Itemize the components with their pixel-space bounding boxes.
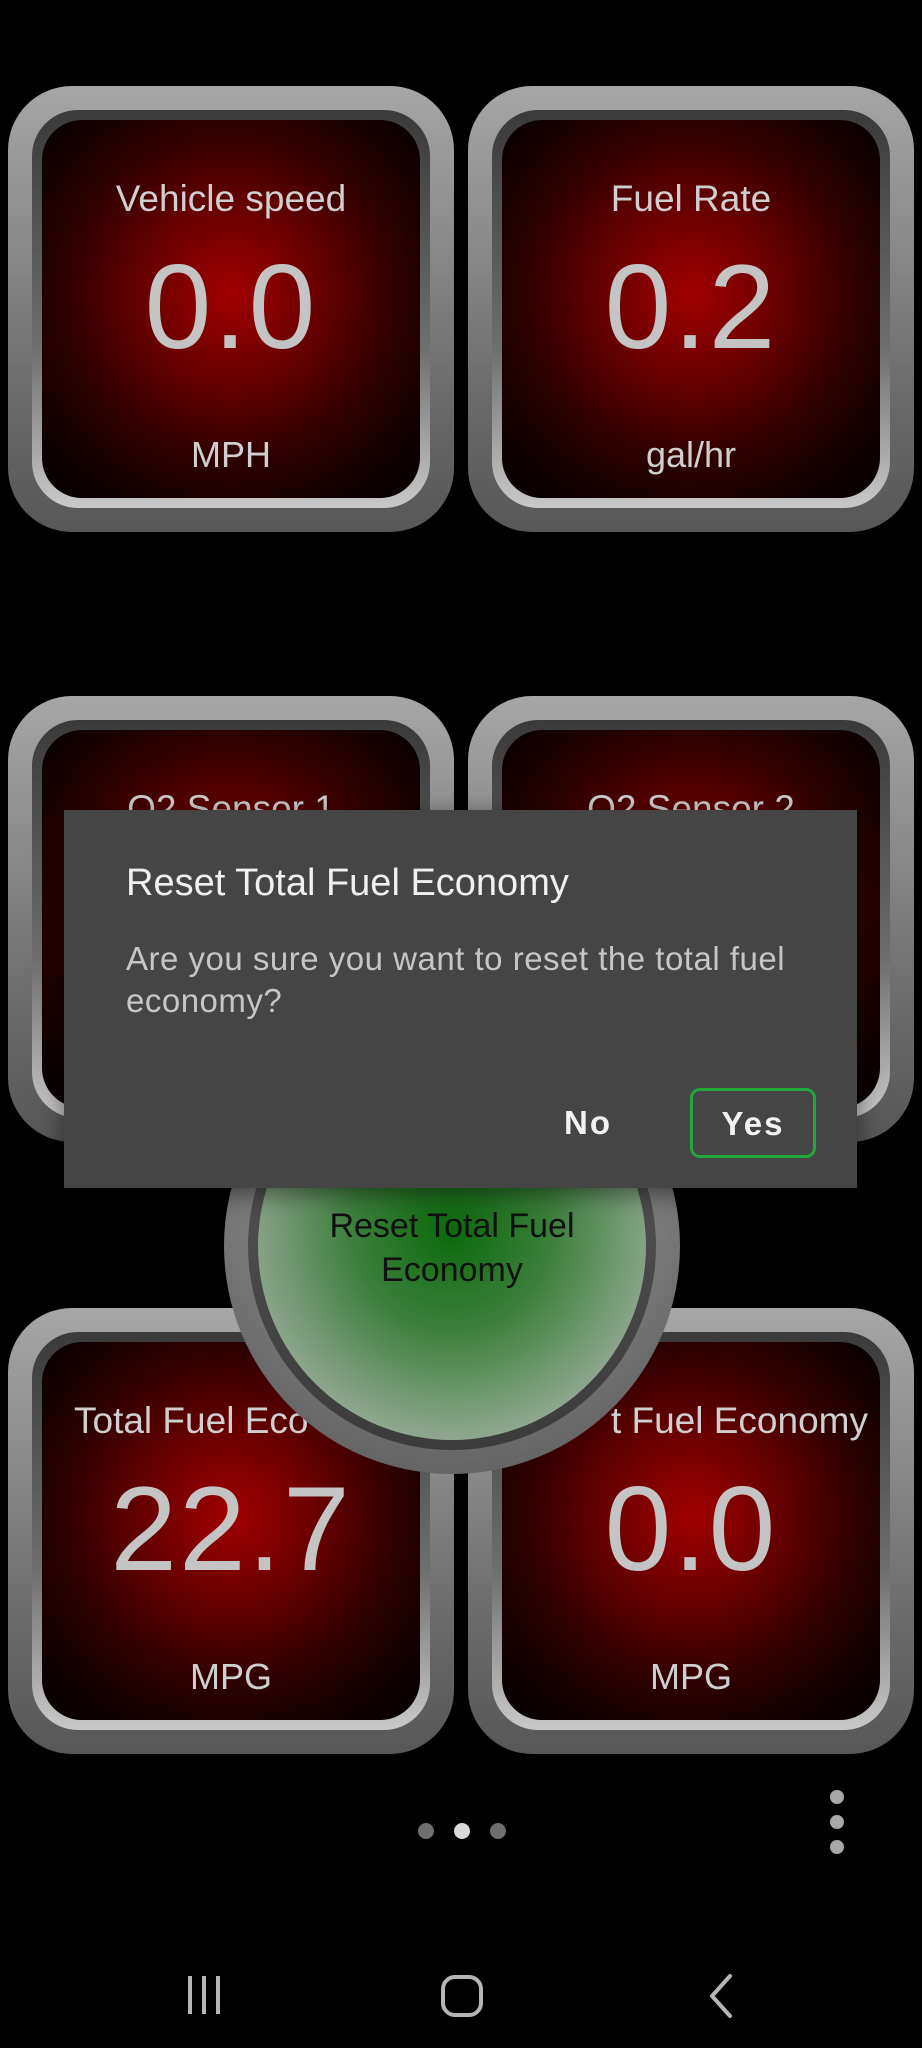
page-dot[interactable]: [490, 1823, 506, 1839]
page-dot-active[interactable]: [454, 1823, 470, 1839]
gauge-value: 0.2: [604, 240, 778, 374]
page-indicator[interactable]: [412, 1820, 522, 1842]
gauge-vehicle-speed[interactable]: Vehicle speed 0.0 MPH: [8, 86, 454, 532]
reset-confirm-dialog: Reset Total Fuel Economy Are you sure yo…: [64, 810, 857, 1188]
system-nav-bar: [0, 1940, 922, 2048]
gauge-value: 22.7: [110, 1462, 352, 1596]
gauge-unit: gal/hr: [645, 434, 737, 475]
recents-icon[interactable]: [164, 1960, 244, 2032]
yes-button[interactable]: Yes: [690, 1088, 816, 1158]
gauge-face: Fuel Rate 0.2 gal/hr: [502, 120, 880, 498]
dashboard-screen: Vehicle speed 0.0 MPH Fuel Rate 0.2 gal/…: [0, 0, 922, 2048]
gauge-unit: MPG: [189, 1656, 272, 1697]
gauge-label: Vehicle speed: [115, 178, 347, 219]
dialog-message: Are you sure you want to reset the total…: [126, 940, 786, 1019]
gauge-face: Vehicle speed 0.0 MPH: [42, 120, 420, 498]
gauge-unit: MPH: [191, 434, 271, 475]
gauge-value: 0.0: [144, 240, 318, 374]
round-button-label: Reset Total Fuel Economy: [329, 1207, 575, 1289]
gauge-value: 0.0: [604, 1462, 778, 1596]
gauge-fuel-rate[interactable]: Fuel Rate 0.2 gal/hr: [468, 86, 914, 532]
gauge-label: Fuel Rate: [610, 178, 772, 219]
gauge-label: t Fuel Economy: [610, 1400, 868, 1441]
dialog-title: Reset Total Fuel Economy: [126, 862, 569, 904]
no-button[interactable]: No: [526, 1088, 650, 1158]
vertical-ellipsis-icon[interactable]: [818, 1790, 856, 1854]
gauge-unit: MPG: [649, 1656, 732, 1697]
page-dot[interactable]: [418, 1823, 434, 1839]
back-icon[interactable]: [680, 1960, 760, 2032]
home-icon[interactable]: [422, 1960, 502, 2032]
